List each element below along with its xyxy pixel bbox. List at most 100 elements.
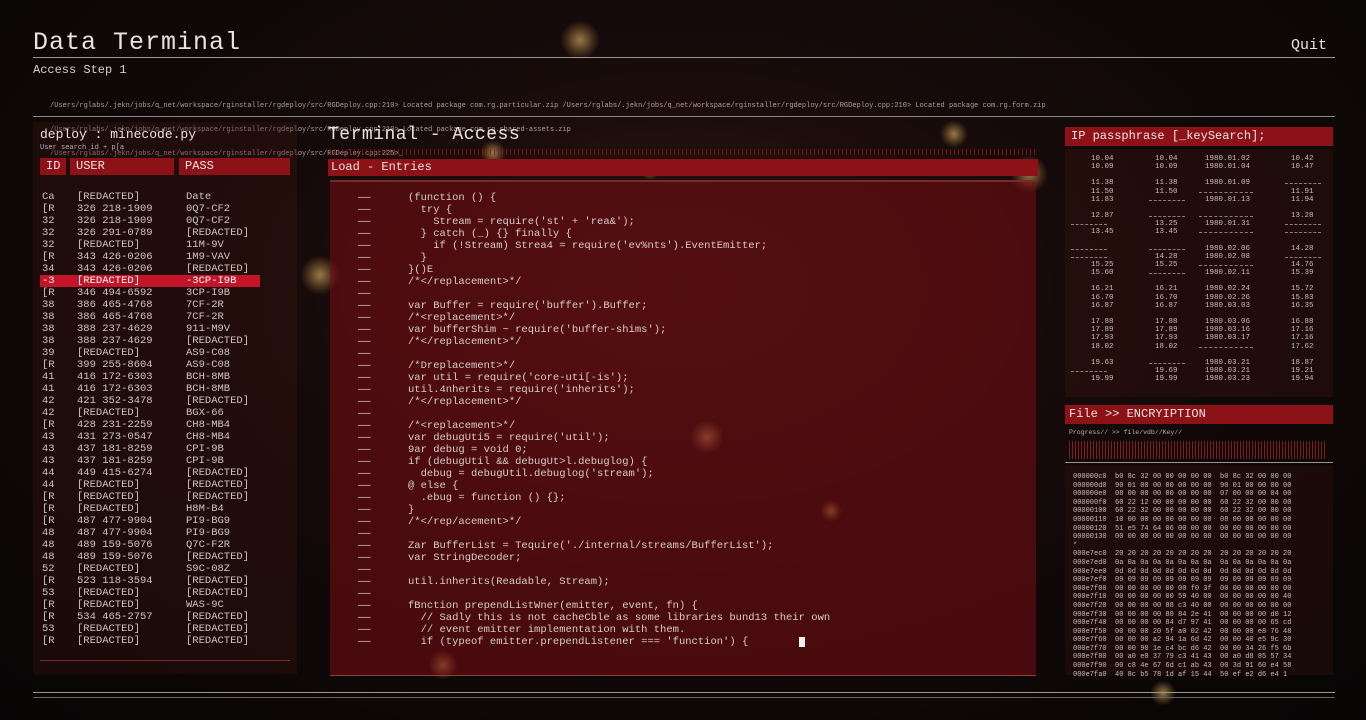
row-id: 43 (42, 431, 55, 443)
dashed-separator (1071, 371, 1107, 372)
code-editor[interactable]: —— (function () {—— try {—— Stream = requ… (330, 180, 1036, 676)
table-row[interactable]: [R 428 231-2259 CH8-MB4 (40, 419, 290, 431)
row-pass: [REDACTED] (186, 491, 250, 503)
line-marker: —— (358, 228, 371, 240)
hex-line: 000000e0 08 00 00 00 00 00 00 00 07 00 0… (1073, 490, 1292, 499)
row-user: 343 426-0206 (77, 251, 153, 263)
row-pass: [REDACTED] (186, 263, 250, 275)
dashed-separator (1285, 232, 1321, 234)
ip-cell: 1980.03.17 (1205, 334, 1251, 343)
table-row[interactable]: 44 [REDACTED] [REDACTED] (40, 479, 290, 491)
row-pass: PI9-BG9 (186, 515, 231, 527)
table-row[interactable]: [R 523 118-3594 [REDACTED] (40, 575, 290, 587)
row-pass: 7CF-2R (186, 311, 224, 323)
row-user: [REDACTED] (77, 407, 141, 419)
row-id: 42 (42, 407, 55, 419)
table-row[interactable]: 53 [REDACTED] [REDACTED] (40, 587, 290, 599)
hex-line: 000e7f40 00 00 00 00 84 d7 97 41 00 00 0… (1073, 619, 1292, 628)
hex-line: 000e7f50 00 00 00 20 5f a0 02 42 00 00 0… (1073, 627, 1292, 636)
table-row[interactable]: [R 487 477-9904 PI9-BG9 (40, 515, 290, 527)
row-pass: 7CF-2R (186, 299, 224, 311)
ip-cell: 18.87 (1291, 358, 1314, 367)
row-pass: 11M-9V (186, 239, 224, 251)
code-text: /*</rep/acement>*/ (408, 516, 522, 528)
table-row[interactable]: 44 449 415-6274 [REDACTED] (40, 467, 290, 479)
ip-cell: 17.88 (1091, 318, 1114, 326)
ip-cell: 1980.03.03 (1205, 301, 1251, 310)
table-row[interactable]: [R [REDACTED] H8M-B4 (40, 503, 290, 515)
table-row[interactable]: 52 [REDACTED] S9C-08Z (40, 563, 290, 575)
table-row[interactable]: 42 [REDACTED] BGX-66 (40, 407, 290, 419)
table-row[interactable]: 41 416 172-6303 BCH-8MB (40, 371, 290, 383)
ip-cell: 10.04 (1155, 155, 1178, 163)
row-user: 386 465-4768 (77, 299, 153, 311)
code-text: } (408, 252, 427, 264)
table-row[interactable]: 38 386 465-4768 7CF-2R (40, 311, 290, 323)
hex-line: 000e7f20 00 00 00 00 88 c3 40 00 00 00 0… (1073, 601, 1292, 610)
row-pass: 1M9-VAV (186, 251, 231, 263)
table-row[interactable]: [R 346 494-6592 3CP-I9B (40, 287, 290, 299)
table-row[interactable]: 48 487 477-9904 PI9-BG9 (40, 527, 290, 539)
table-row[interactable]: 38 388 237-4629 [REDACTED] (40, 335, 290, 347)
ip-cell: 16.35 (1291, 301, 1314, 310)
row-pass: BGX-66 (186, 407, 224, 419)
line-marker: —— (358, 528, 371, 540)
line-marker: —— (358, 408, 371, 420)
table-row[interactable]: 43 431 273-0547 CH8-MB4 (40, 431, 290, 443)
line-marker: —— (358, 264, 371, 276)
table-row[interactable]: 38 386 465-4768 7CF-2R (40, 299, 290, 311)
table-row[interactable]: 43 437 181-8259 CPI-9B (40, 455, 290, 467)
hex-line: 000e7ec0 20 20 20 20 20 20 20 20 20 20 2… (1073, 550, 1292, 559)
line-marker: —— (358, 504, 371, 516)
table-row[interactable]: 32 326 218-1909 0Q7-CF2 (40, 215, 290, 227)
ip-cell: 16.70 (1155, 293, 1178, 302)
table-row[interactable]: 39 [REDACTED] AS9-C08 (40, 347, 290, 359)
ip-cell: 14.76 (1291, 261, 1314, 269)
table-row[interactable]: 32 326 291-0789 [REDACTED] (40, 227, 290, 239)
hex-line: 000e7f80 00 a0 e0 37 79 c3 41 43 00 a0 d… (1073, 653, 1292, 662)
table-row[interactable]: 48 489 159-5076 Q7C-F2R (40, 539, 290, 551)
table-row[interactable]: [R 326 218-1909 0Q7-CF2 (40, 203, 290, 215)
ip-cell: 13.28 (1291, 212, 1314, 220)
quit-button[interactable]: Quit (1291, 37, 1327, 54)
table-row[interactable]: 32 [REDACTED] 11M-9V (40, 239, 290, 251)
ip-cell: 10.04 (1091, 155, 1114, 163)
line-marker: —— (358, 480, 371, 492)
table-row[interactable]: [R 399 255-8604 AS9-C08 (40, 359, 290, 371)
row-user: [REDACTED] (77, 491, 141, 503)
code-text: @ else { (408, 480, 459, 492)
table-row[interactable]: 38 388 237-4629 911-M9V (40, 323, 290, 335)
ip-cell: 15.60 (1091, 269, 1114, 278)
dashed-separator (1285, 183, 1321, 185)
table-row[interactable]: 41 416 172-6303 BCH-8MB (40, 383, 290, 395)
ip-cell: 19.69 (1155, 367, 1178, 375)
table-row[interactable]: 43 437 181-8259 CPI-9B (40, 443, 290, 455)
table-row[interactable]: [R 534 465-2757 [REDACTED] (40, 611, 290, 623)
table-row[interactable]: [R [REDACTED] [REDACTED] (40, 491, 290, 503)
table-row[interactable]: [R [REDACTED] [REDACTED] (40, 635, 290, 647)
ip-cell: 1980.02.08 (1205, 252, 1251, 261)
table-row[interactable]: 42 421 352-3478 [REDACTED] (40, 395, 290, 407)
row-id: 32 (42, 215, 55, 227)
ip-cell: 16.87 (1155, 301, 1178, 310)
ip-cell: 17.93 (1155, 334, 1178, 343)
line-marker: —— (358, 636, 371, 648)
table-row[interactable]: 48 489 159-5076 [REDACTED] (40, 551, 290, 563)
ip-cell: 12.87 (1091, 212, 1114, 220)
line-marker: —— (358, 420, 371, 432)
row-id: 53 (42, 623, 55, 635)
table-row[interactable]: 53 [REDACTED] [REDACTED] (40, 623, 290, 635)
line-marker: —— (358, 600, 371, 612)
table-row[interactable]: 34 343 426-0206 [REDACTED] (40, 263, 290, 275)
row-user: 343 426-0206 (77, 263, 153, 275)
row-id: [R (42, 287, 55, 299)
row-id: Ca (42, 191, 55, 203)
code-text: var debugUti5 = require('util'); (408, 432, 610, 444)
table-row[interactable]: [R 343 426-0206 1M9-VAV (40, 251, 290, 263)
table-row[interactable]: Ca [REDACTED] Date (40, 191, 290, 203)
hex-line: 00000100 60 22 32 00 00 00 00 00 60 22 3… (1073, 507, 1292, 516)
table-row[interactable]: [R [REDACTED] WAS-9C (40, 599, 290, 611)
row-user: 326 218-1909 (77, 203, 153, 215)
table-row[interactable]: -3 [REDACTED] -3CP-I9B (40, 275, 260, 287)
log-line: /Users/rglabs/.jekn/jobs/q_net/workspace… (50, 102, 1046, 110)
